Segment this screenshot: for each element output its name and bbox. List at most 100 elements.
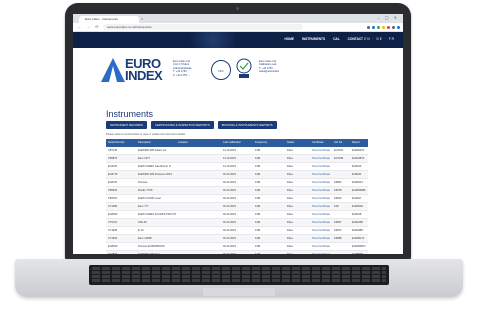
table-cell: EU93031 <box>352 181 363 184</box>
certificate-link[interactable]: View Certificate <box>310 163 332 170</box>
table-cell: 12M <box>255 149 261 152</box>
table-cell: EU9231 <box>352 173 362 176</box>
certificate-link[interactable]: View Certificate <box>310 251 332 254</box>
certificate-link[interactable]: View Certificate <box>310 171 332 178</box>
tab-button[interactable]: BOOKING & INSTRUMENTS REPORTS <box>217 121 277 129</box>
table-cell: 12M <box>255 173 261 176</box>
table-cell: Pass <box>287 189 293 192</box>
table-cell <box>176 155 221 162</box>
table-row[interactable]: C87145 EUROPE SIM Select ver 12.10.2019 12M… <box>106 147 368 155</box>
column-header[interactable]: Status <box>285 139 310 147</box>
table-cell: EU3437 <box>108 165 118 168</box>
certificate-link[interactable]: View Certificate <box>310 187 332 194</box>
table-row[interactable]: EU3437 EURO INDEX Gas Burner G 12.10.2019 1… <box>106 163 368 171</box>
column-header[interactable]: Location <box>176 139 221 147</box>
iso-seal-icon: ISO <box>211 60 231 80</box>
table-row[interactable]: C71468 E 1C 02.10.2019 12M Pass View Certific… <box>106 227 368 235</box>
extension-icon[interactable] <box>377 25 380 29</box>
extension-icon[interactable] <box>372 25 375 29</box>
table-cell: EU3779 <box>108 173 118 176</box>
tab-button[interactable]: INSTRUMENT RECORDS <box>106 121 148 129</box>
certificate-link[interactable]: View Certificate <box>310 211 332 218</box>
table-cell: C71468 <box>108 229 118 232</box>
table-cell <box>176 219 221 226</box>
table-cell: 12M <box>255 213 261 216</box>
table-row[interactable]: EU6543 EURO INDEX ACCESS PRO KIT 02.10.201… <box>106 211 368 219</box>
extension-icons[interactable] <box>367 23 400 31</box>
table-cell: C87145 <box>108 149 118 152</box>
column-header[interactable]: Description <box>136 139 176 147</box>
extension-icon[interactable] <box>367 25 370 29</box>
certificate-link[interactable]: View Certificate <box>310 235 332 242</box>
table-cell: 02.10.2019 <box>223 205 236 208</box>
extension-icon[interactable] <box>387 25 390 29</box>
table-cell: Pass <box>287 157 293 160</box>
certificate-link[interactable]: View Certificate <box>310 179 332 186</box>
nav-item[interactable]: CONTACT <box>348 37 363 41</box>
browser-tab[interactable]: Euro Index · Instruments <box>79 16 139 23</box>
table-row[interactable]: EU6540 Process EUROPROOF 02.10.2019 12M Pass… <box>106 243 368 251</box>
table-cell: Pass <box>287 173 293 176</box>
table-cell: EU034874 <box>352 157 365 160</box>
table-cell: EU0018 <box>352 213 362 216</box>
table-cell: 12M <box>255 245 261 248</box>
certificate-link[interactable]: View Certificate <box>310 243 332 250</box>
table-cell: Pass <box>287 165 293 168</box>
nav-item[interactable]: INSTRUMENTS <box>302 37 325 41</box>
table-cell: Euro 777 <box>138 205 149 208</box>
table-header: Serial Number Description Location Last Cal… <box>106 139 368 147</box>
table-row[interactable]: C83754 EURO 1C000 Level 02.10.2019 12M Pass V… <box>106 195 368 203</box>
nav-item[interactable]: HOME <box>285 37 295 41</box>
table-cell: ATE-20 <box>138 221 147 224</box>
certificate-link[interactable]: View Certificate <box>310 155 332 162</box>
column-header[interactable]: Frequency <box>253 139 285 147</box>
extension-icon[interactable] <box>397 25 400 29</box>
window-controls[interactable]: – ▢ ✕ <box>377 15 399 20</box>
url-input[interactable]: www.euroindex.co.uk/instruments <box>103 24 303 30</box>
column-header[interactable]: Job No <box>332 139 350 147</box>
table-row[interactable]: C85879 Euro 1977 12.10.2019 12M Pass View Cer… <box>106 155 368 163</box>
table-cell <box>176 195 221 202</box>
column-header[interactable]: Report <box>350 139 368 147</box>
page-title: Instruments <box>106 109 154 119</box>
table-cell: Pass <box>287 205 293 208</box>
top-navigation: HOME INSTRUMENTS CAL CONTACT <box>285 37 364 41</box>
tab-button[interactable]: CERTIFICATES & INSPECTION REPORTS <box>151 121 214 129</box>
extension-icon[interactable] <box>382 25 385 29</box>
table-row[interactable]: C71489 Euro 777 02.10.2019 12M Pass View Cert… <box>106 203 368 211</box>
table-row[interactable]: C71393 Euro 1100B 02.10.2019 12M Pass View Ce… <box>106 235 368 243</box>
column-header[interactable]: Last Calibration <box>221 139 253 147</box>
table-cell <box>176 187 221 194</box>
certificate-link[interactable]: View Certificate <box>310 147 332 154</box>
table-cell <box>332 251 350 254</box>
certificate-link[interactable]: View Certificate <box>310 219 332 226</box>
certificate-link[interactable]: View Certificate <box>310 195 332 202</box>
close-icon[interactable]: × <box>141 16 143 21</box>
table-cell: 02.10.2019 <box>223 221 236 224</box>
table-row[interactable]: EU6701 Process 02.10.2019 12M Pass View Certi… <box>106 179 368 187</box>
nav-item[interactable]: CAL <box>333 37 340 41</box>
certificate-link[interactable]: View Certificate <box>310 227 332 234</box>
table-cell <box>176 243 221 250</box>
table-cell <box>176 171 221 178</box>
table-cell: EU7034 <box>334 157 344 160</box>
certificate-link[interactable]: View Certificate <box>310 203 332 210</box>
column-header[interactable]: Serial Number <box>106 139 136 147</box>
company-address: Euro Index Ltd Unit 4, Trident Industrial … <box>173 60 192 77</box>
table-row[interactable]: C85433 Rondo 770S 02.10.2019 12M Pass View Ce… <box>106 187 368 195</box>
column-header[interactable]: Certificate <box>310 139 332 147</box>
table-row[interactable]: EU3779 EUROPE SIM Pressure 2013 02.10.2019… <box>106 171 368 179</box>
extension-icon[interactable] <box>392 25 395 29</box>
euro-index-logo-icon[interactable] <box>100 57 126 83</box>
table-cell: 12.10.2019 <box>223 157 236 160</box>
language-flags[interactable]: EN · DE · FR <box>364 37 395 41</box>
navigation-icons[interactable]: ← → ⟳ <box>77 24 101 29</box>
table-row[interactable]: C75712 ATE-20 02.10.2019 12M Pass View Certif… <box>106 219 368 227</box>
table-row[interactable]: C71836EUROPE SIM Euro 02.10.201912MPassVi… <box>106 251 368 254</box>
table-cell: 02.10.2019 <box>223 237 236 240</box>
table-cell <box>176 235 221 242</box>
table-cell: 02.10.2019 <box>223 229 236 232</box>
table-cell: 02.10.2019 <box>223 197 236 200</box>
logo-area: EURO INDEX Euro Index Ltd Unit 4, Trident… <box>73 48 403 92</box>
table-cell <box>176 147 221 154</box>
